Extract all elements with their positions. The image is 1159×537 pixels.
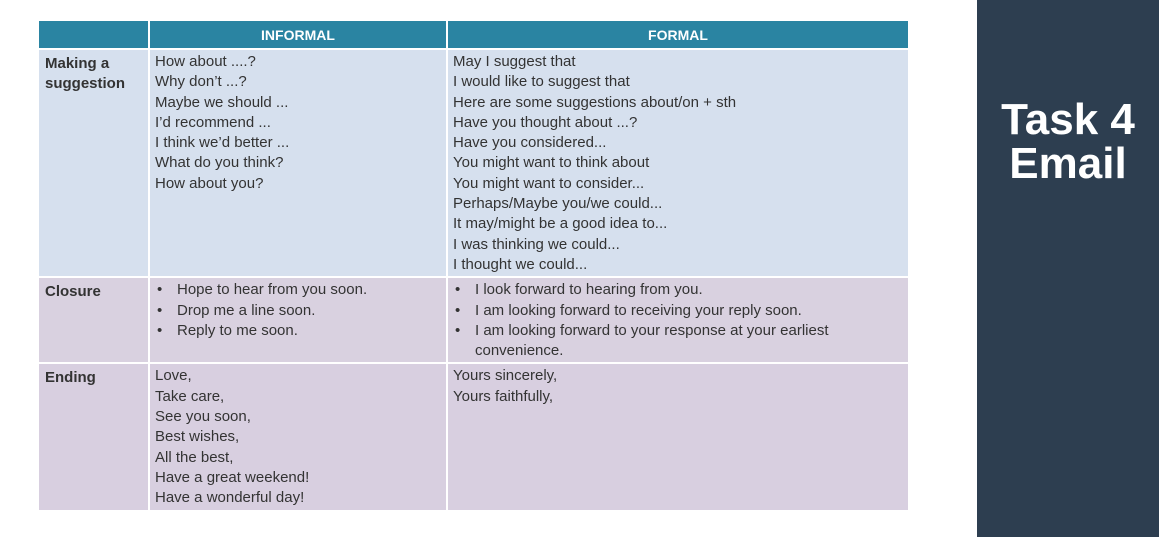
phrase-line: How about ....? [155, 53, 256, 70]
phrase-line: I would like to suggest that [453, 73, 630, 91]
category-making-suggestion: Making a suggestion [39, 47, 150, 278]
list-item: Hope to hear from you soon. [155, 280, 442, 301]
task-title-line1: Task 4 [1001, 95, 1135, 144]
phrase-line: Yours faithfully, [453, 387, 554, 405]
bullet-list: Hope to hear from you soon. Drop me a li… [155, 280, 442, 341]
suggestion-formal-cell: May I suggest that I would like to sugge… [447, 47, 910, 278]
closure-formal-cell: I look forward to hearing from you. I am… [447, 276, 910, 364]
category-closure: Closure [39, 276, 150, 364]
header-corner [39, 21, 150, 49]
phrase-line: Have you thought about ...? [453, 113, 638, 131]
row-closure: Closure Hope to hear from you soon. Drop… [39, 276, 910, 364]
list-item: Reply to me soon. [155, 321, 442, 342]
header-formal: FORMAL [447, 21, 910, 49]
header-row: INFORMAL FORMAL [39, 21, 910, 49]
category-ending: Ending [39, 362, 150, 510]
row-making-suggestion: Making a suggestion How about ....? Why … [39, 47, 910, 278]
bullet-list: I look forward to hearing from you. I am… [453, 280, 904, 361]
phrase-line: I thought we could... [453, 255, 588, 273]
task-title-line2: Email [1009, 139, 1127, 188]
list-item: I am looking forward to your response at… [453, 321, 904, 362]
phrase-line: Love, [155, 367, 192, 385]
side-panel: Task 4 Email [977, 0, 1159, 537]
phrase-line: See you soon, [155, 408, 251, 426]
phrase-line: It may/might be a good idea to... [453, 215, 668, 233]
phrase-line: What do you think? [155, 154, 284, 172]
suggestion-informal-cell: How about ....? Why don’t ...? Maybe we … [149, 47, 448, 278]
phrase-line: Here are some suggestions about/on + sth [453, 93, 737, 111]
phrase-line: I think we’d better ... [155, 134, 290, 152]
phrase-line: Have you considered... [453, 134, 607, 152]
phrase-line: May I suggest that [453, 53, 576, 70]
list-item: I look forward to hearing from you. [453, 280, 904, 301]
phrase-line: Best wishes, [155, 428, 240, 446]
phrase-line: You might want to consider... [453, 174, 645, 192]
phrase-line: Maybe we should ... [155, 93, 289, 111]
row-ending: Ending Love, Take care, See you soon, Be… [39, 362, 910, 510]
phrase-line: All the best, [155, 448, 234, 466]
phrase-line: Perhaps/Maybe you/we could... [453, 195, 663, 213]
phrase-line: Have a wonderful day! [155, 489, 305, 507]
header-informal: INFORMAL [149, 21, 448, 49]
task-title: Task 4 Email [977, 98, 1159, 186]
phrases-table: INFORMAL FORMAL Making a suggestion How … [39, 21, 910, 510]
phrase-line: Yours sincerely, [453, 367, 558, 385]
phrase-line: I was thinking we could... [453, 235, 620, 253]
phrase-line: I’d recommend ... [155, 113, 271, 131]
phrase-line: How about you? [155, 174, 264, 192]
phrase-line: Why don’t ...? [155, 73, 247, 91]
list-item: Drop me a line soon. [155, 301, 442, 322]
phrase-line: You might want to think about [453, 154, 650, 172]
ending-formal-cell: Yours sincerely, Yours faithfully, [447, 362, 910, 510]
phrase-line: Have a great weekend! [155, 468, 310, 486]
phrase-line: Take care, [155, 387, 225, 405]
ending-informal-cell: Love, Take care, See you soon, Best wish… [149, 362, 448, 510]
closure-informal-cell: Hope to hear from you soon. Drop me a li… [149, 276, 448, 364]
list-item: I am looking forward to receiving your r… [453, 301, 904, 322]
